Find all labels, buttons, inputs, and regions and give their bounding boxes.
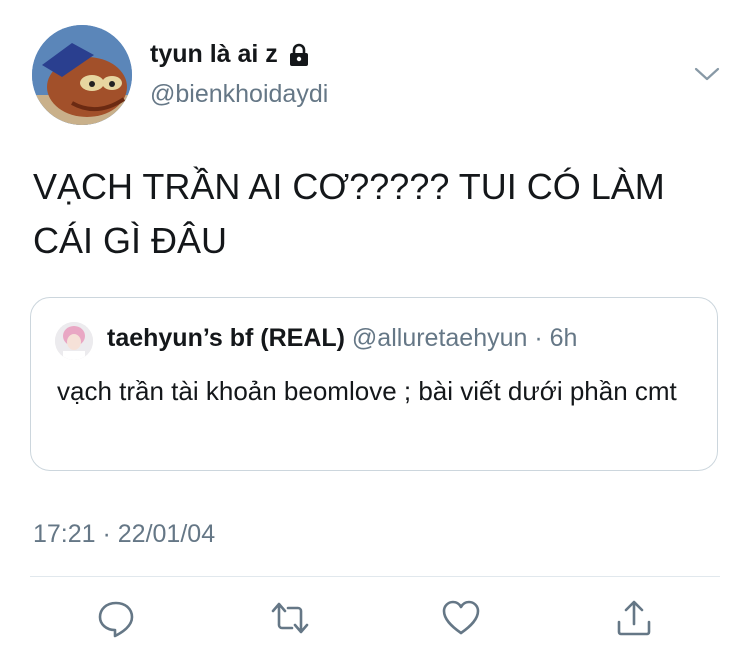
display-name-text: tyun là ai z bbox=[150, 40, 278, 68]
quoted-tweet-card[interactable]: taehyun’s bf (REAL) @alluretaehyun · 6h … bbox=[30, 297, 718, 471]
quoted-tweet-text: vạch trần tài khoản beomlove ; bài viết … bbox=[57, 376, 677, 406]
retweet-button[interactable] bbox=[270, 598, 310, 638]
lock-icon bbox=[289, 43, 308, 66]
author-avatar[interactable] bbox=[32, 25, 132, 125]
author-display-name[interactable]: tyun là ai z bbox=[150, 40, 312, 69]
chevron-down-icon[interactable] bbox=[692, 62, 722, 86]
speech-bubble-icon bbox=[98, 601, 134, 638]
share-button[interactable] bbox=[614, 598, 654, 638]
pink-hair-person-avatar-icon bbox=[55, 322, 93, 360]
tweet-text: VẠCH TRẦN AI CƠ????? TUI CÓ LÀM CÁI GÌ Đ… bbox=[33, 166, 665, 261]
like-button[interactable] bbox=[441, 598, 481, 638]
quoted-tweet-header: taehyun’s bf (REAL) @alluretaehyun · 6h bbox=[107, 324, 577, 353]
divider bbox=[30, 576, 720, 577]
author-handle[interactable]: @bienkhoidaydi bbox=[150, 80, 328, 109]
reply-button[interactable] bbox=[96, 598, 136, 638]
tweet-timestamp: 17:21 · 22/01/04 bbox=[33, 520, 216, 548]
quoted-handle-time: @alluretaehyun · 6h bbox=[351, 324, 578, 352]
share-upload-icon bbox=[617, 600, 651, 636]
cartoon-fish-avatar-icon bbox=[32, 25, 132, 125]
quoted-display-name: taehyun’s bf (REAL) bbox=[107, 324, 345, 352]
retweet-arrows-icon bbox=[271, 602, 309, 634]
heart-icon bbox=[442, 600, 480, 635]
quoted-author-avatar bbox=[55, 322, 93, 360]
